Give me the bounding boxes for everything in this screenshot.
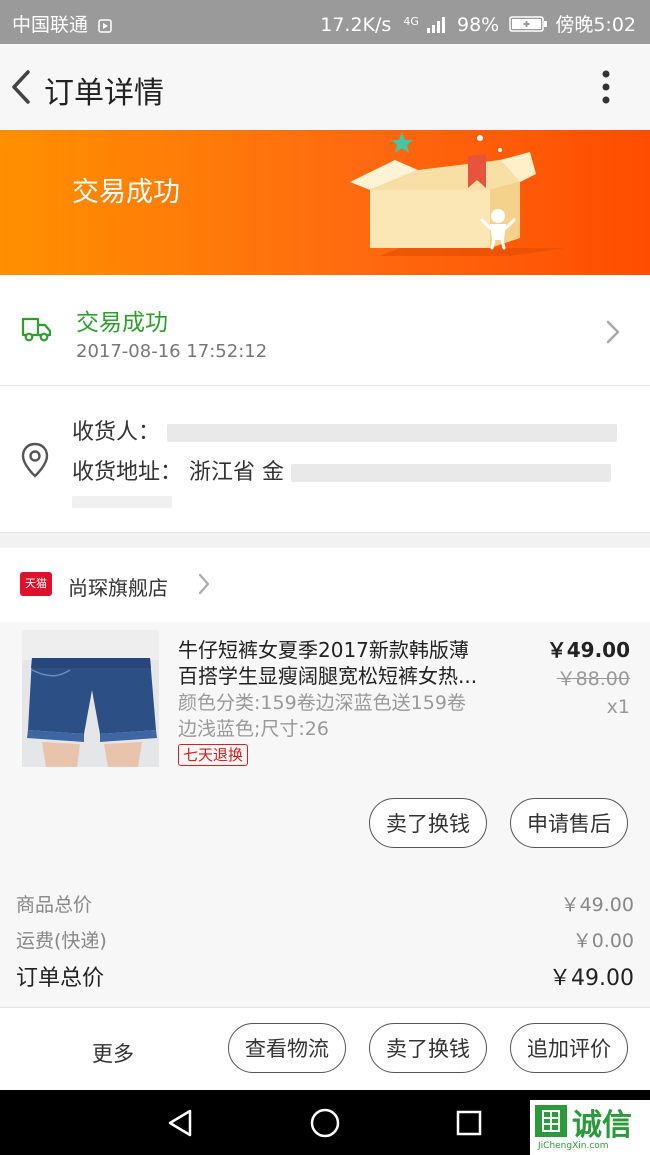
shipping-value: ￥0.00 [572, 930, 634, 952]
chevron-right-icon [198, 573, 210, 595]
app-notification-icon [98, 19, 112, 33]
logistics-row[interactable]: 交易成功 2017-08-16 17:52:12 [0, 275, 650, 386]
sell-exchange-bottom-button[interactable]: 卖了换钱 [369, 1023, 487, 1073]
price-summary: 商品总价 ￥49.00 运费(快递) ￥0.00 订单总价 ￥49.00 [0, 866, 650, 1006]
product-spec-line2: 边浅蓝色;尺寸:26 [178, 718, 329, 740]
network-type: 4G [403, 15, 419, 28]
title-bar: 订单详情 [0, 44, 650, 131]
product-original-price: ￥88.00 [556, 668, 630, 690]
view-logistics-button[interactable]: 查看物流 [228, 1023, 346, 1073]
address-row: 收货地址： 浙江省 金 [72, 454, 612, 486]
product-title-line1: 牛仔短裤女夏季2017新款韩版薄 [178, 638, 469, 662]
shop-name: 尚琛旗舰店 [68, 576, 168, 600]
order-status-banner: 交易成功 [0, 130, 650, 275]
watermark-emblem-icon [535, 1105, 567, 1137]
battery-icon [509, 16, 548, 32]
system-nav-bar: 诚信 JiChengXin.com [0, 1090, 650, 1155]
denim-shorts-image [22, 630, 159, 767]
add-review-button[interactable]: 追加评价 [510, 1023, 628, 1073]
logistics-time: 2017-08-16 17:52:12 [76, 341, 268, 362]
bottom-action-bar: 更多 查看物流 卖了换钱 追加评价 [0, 1007, 650, 1091]
sell-exchange-button[interactable]: 卖了换钱 [369, 798, 487, 848]
truck-icon [21, 317, 52, 342]
shop-header[interactable]: 天猫 尚琛旗舰店 [0, 548, 650, 623]
address-redacted-line2 [72, 496, 172, 508]
address-value: 浙江省 金 [189, 460, 285, 485]
network-speed: 17.2K/s [320, 14, 392, 36]
goods-total-value: ￥49.00 [560, 894, 634, 916]
status-right: 17.2K/s 4G 98% 傍晚5:02 [320, 10, 636, 37]
product-spec-line1: 颜色分类:159卷边深蓝色送159卷 [178, 692, 466, 714]
address-section: 收货人： 收货地址： 浙江省 金 [0, 386, 650, 533]
logistics-status: 交易成功 [76, 310, 168, 336]
order-total-value: ￥49.00 [549, 966, 634, 991]
banner-status-text: 交易成功 [72, 177, 180, 208]
carrier-label: 中国联通 [12, 10, 112, 37]
address-redacted [291, 464, 612, 482]
chevron-left-icon[interactable] [8, 68, 38, 106]
signal-icon [426, 17, 445, 33]
back-triangle-icon[interactable] [166, 1108, 196, 1138]
goods-total-label: 商品总价 [16, 894, 93, 916]
page-title: 订单详情 [44, 76, 164, 111]
receiver-redacted [167, 424, 618, 442]
order-total-label: 订单总价 [16, 966, 105, 991]
product-quantity: x1 [606, 696, 630, 718]
home-circle-icon[interactable] [309, 1107, 341, 1139]
address-label: 收货地址： [72, 460, 183, 485]
vertical-dots-icon[interactable] [590, 68, 620, 108]
product-price: ￥49.00 [546, 638, 630, 662]
location-pin-icon [21, 442, 49, 478]
chevron-right-icon [606, 320, 620, 344]
watermark-logo: 诚信 JiChengXin.com [530, 1100, 650, 1155]
receiver-row: 收货人： [72, 414, 618, 446]
shipping-label: 运费(快递) [16, 930, 107, 952]
recents-square-icon[interactable] [455, 1109, 483, 1137]
watermark-subtext: JiChengXin.com [538, 1141, 609, 1151]
product-image[interactable] [22, 630, 159, 767]
watermark-text: 诚信 [572, 1108, 632, 1143]
return-policy-tag: 七天退换 [178, 744, 249, 766]
clock: 傍晚5:02 [555, 14, 636, 36]
tmall-badge: 天猫 [20, 572, 52, 596]
more-button[interactable]: 更多 [92, 1038, 134, 1068]
product-item[interactable]: 牛仔短裤女夏季2017新款韩版薄 百搭学生显瘦阔腿宽松短裤女热... 颜色分类:… [0, 622, 650, 866]
after-sales-button[interactable]: 申请售后 [510, 798, 628, 848]
gift-box-illustration [350, 132, 565, 256]
status-bar: 中国联通 17.2K/s 4G 98% 傍晚5:02 [0, 0, 650, 44]
receiver-label: 收货人： [72, 420, 161, 445]
battery-percent: 98% [457, 14, 500, 36]
product-title-line2: 百搭学生显瘦阔腿宽松短裤女热... [178, 664, 478, 688]
